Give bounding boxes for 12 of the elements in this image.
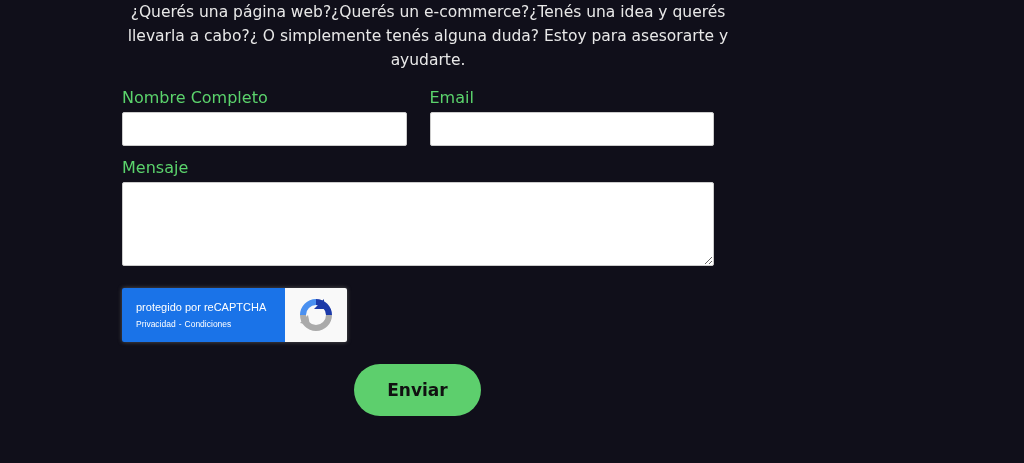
submit-button[interactable]: Enviar [354,364,481,416]
intro-paragraph: ¿Querés una página web?¿Querés un e-commerce?¿Tenés una idea y querés llevarla a cabo?¿ O simplemente tenés alguna duda? Estoy para asesorarte y ayudarte. [126,2,730,71]
terms-link[interactable]: Condiciones [184,319,232,329]
recaptcha-text: protegido por reCAPTCHA [136,301,268,313]
message-field[interactable] [122,182,714,266]
field-label: Nombre Completo [122,88,269,108]
privacy-link[interactable]: Privacidad [136,319,176,329]
input-field[interactable] [429,112,714,146]
field-label: Email [429,88,475,108]
field-label: Mensaje [122,158,190,178]
input-field[interactable] [122,112,407,146]
link-separator: - [178,319,182,329]
